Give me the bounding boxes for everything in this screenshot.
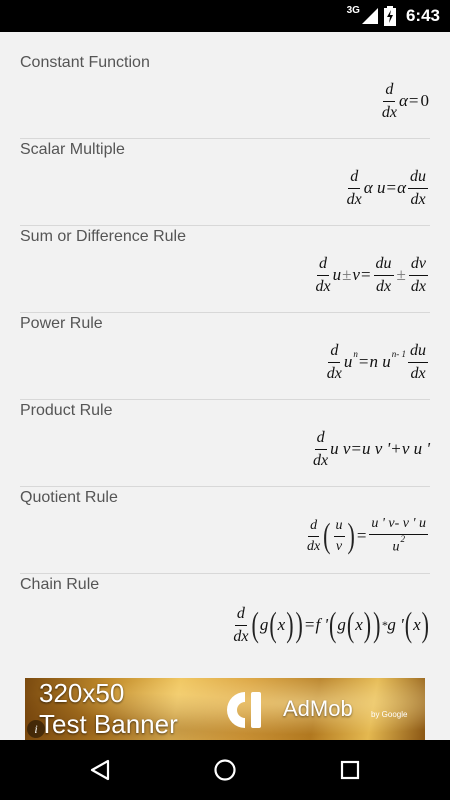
recents-button[interactable] xyxy=(320,750,380,790)
ad-by-google: by Google xyxy=(371,710,408,719)
home-button[interactable] xyxy=(195,750,255,790)
ad-banner[interactable]: 320x50 Test Banner AdMob by Google i xyxy=(25,678,425,740)
formula-product: d dx u v = u v ' + v u ' xyxy=(313,428,430,469)
ad-size-text: 320x50 xyxy=(39,678,125,708)
rules-list: Constant Function d dx α = 0 Scalar Multipl… xyxy=(0,32,450,672)
rule-title: Product Rule xyxy=(20,402,113,419)
ad-brand: AdMob xyxy=(283,696,353,721)
info-icon[interactable]: i xyxy=(27,720,45,738)
formula-quotient: d dx ( uv ) = u ' v- v ' u u2 xyxy=(306,515,428,556)
rule-title: Sum or Difference Rule xyxy=(20,228,186,245)
status-bar: 3G 6:43 xyxy=(0,0,450,32)
recents-icon xyxy=(340,760,360,780)
rule-title: Chain Rule xyxy=(20,576,100,593)
rule-title: Constant Function xyxy=(20,54,150,71)
ad-test-text: Test Banner xyxy=(39,709,178,739)
back-icon xyxy=(90,759,110,781)
formula-constant: d dx α = 0 xyxy=(381,80,429,121)
admob-logo-icon xyxy=(227,692,261,728)
formula-sum: d dx u ± v = du dx ± dv dx xyxy=(315,254,428,295)
status-icons: 3G 6:43 xyxy=(347,0,440,32)
rule-chain[interactable]: Chain Rule d dx (g(x)) = f ' (g(x)) * g '(x… xyxy=(0,574,450,661)
battery-charging-icon xyxy=(383,6,396,26)
rule-title: Power Rule xyxy=(20,315,103,332)
rule-quotient[interactable]: Quotient Rule d dx ( uv ) = u ' v- v ' uu… xyxy=(0,487,450,574)
network-type: 3G xyxy=(346,4,360,16)
formula-scalar: d dx α u = α du dx xyxy=(346,167,428,208)
rule-constant-function[interactable]: Constant Function d dx α = 0 xyxy=(0,52,450,139)
formula-power: d dx un = n un- 1 du dx xyxy=(326,341,428,382)
rule-sum-difference[interactable]: Sum or Difference Rule d dx u ± v = du dx ± d… xyxy=(0,226,450,313)
rule-product[interactable]: Product Rule d dx u v = u v ' + v u ' xyxy=(0,400,450,487)
signal-icon xyxy=(361,8,378,24)
rule-power[interactable]: Power Rule d dx un = n un- 1 du dx xyxy=(0,313,450,400)
navigation-bar xyxy=(0,740,450,800)
rule-title: Quotient Rule xyxy=(20,489,118,506)
formula-chain: d dx (g(x)) = f ' (g(x)) * g '(x) xyxy=(233,604,429,645)
rule-title: Scalar Multiple xyxy=(20,141,125,158)
home-icon xyxy=(214,759,236,781)
rule-scalar-multiple[interactable]: Scalar Multiple d dx α u = α du dx xyxy=(0,139,450,226)
back-button[interactable] xyxy=(70,750,130,790)
status-time: 6:43 xyxy=(405,6,440,25)
